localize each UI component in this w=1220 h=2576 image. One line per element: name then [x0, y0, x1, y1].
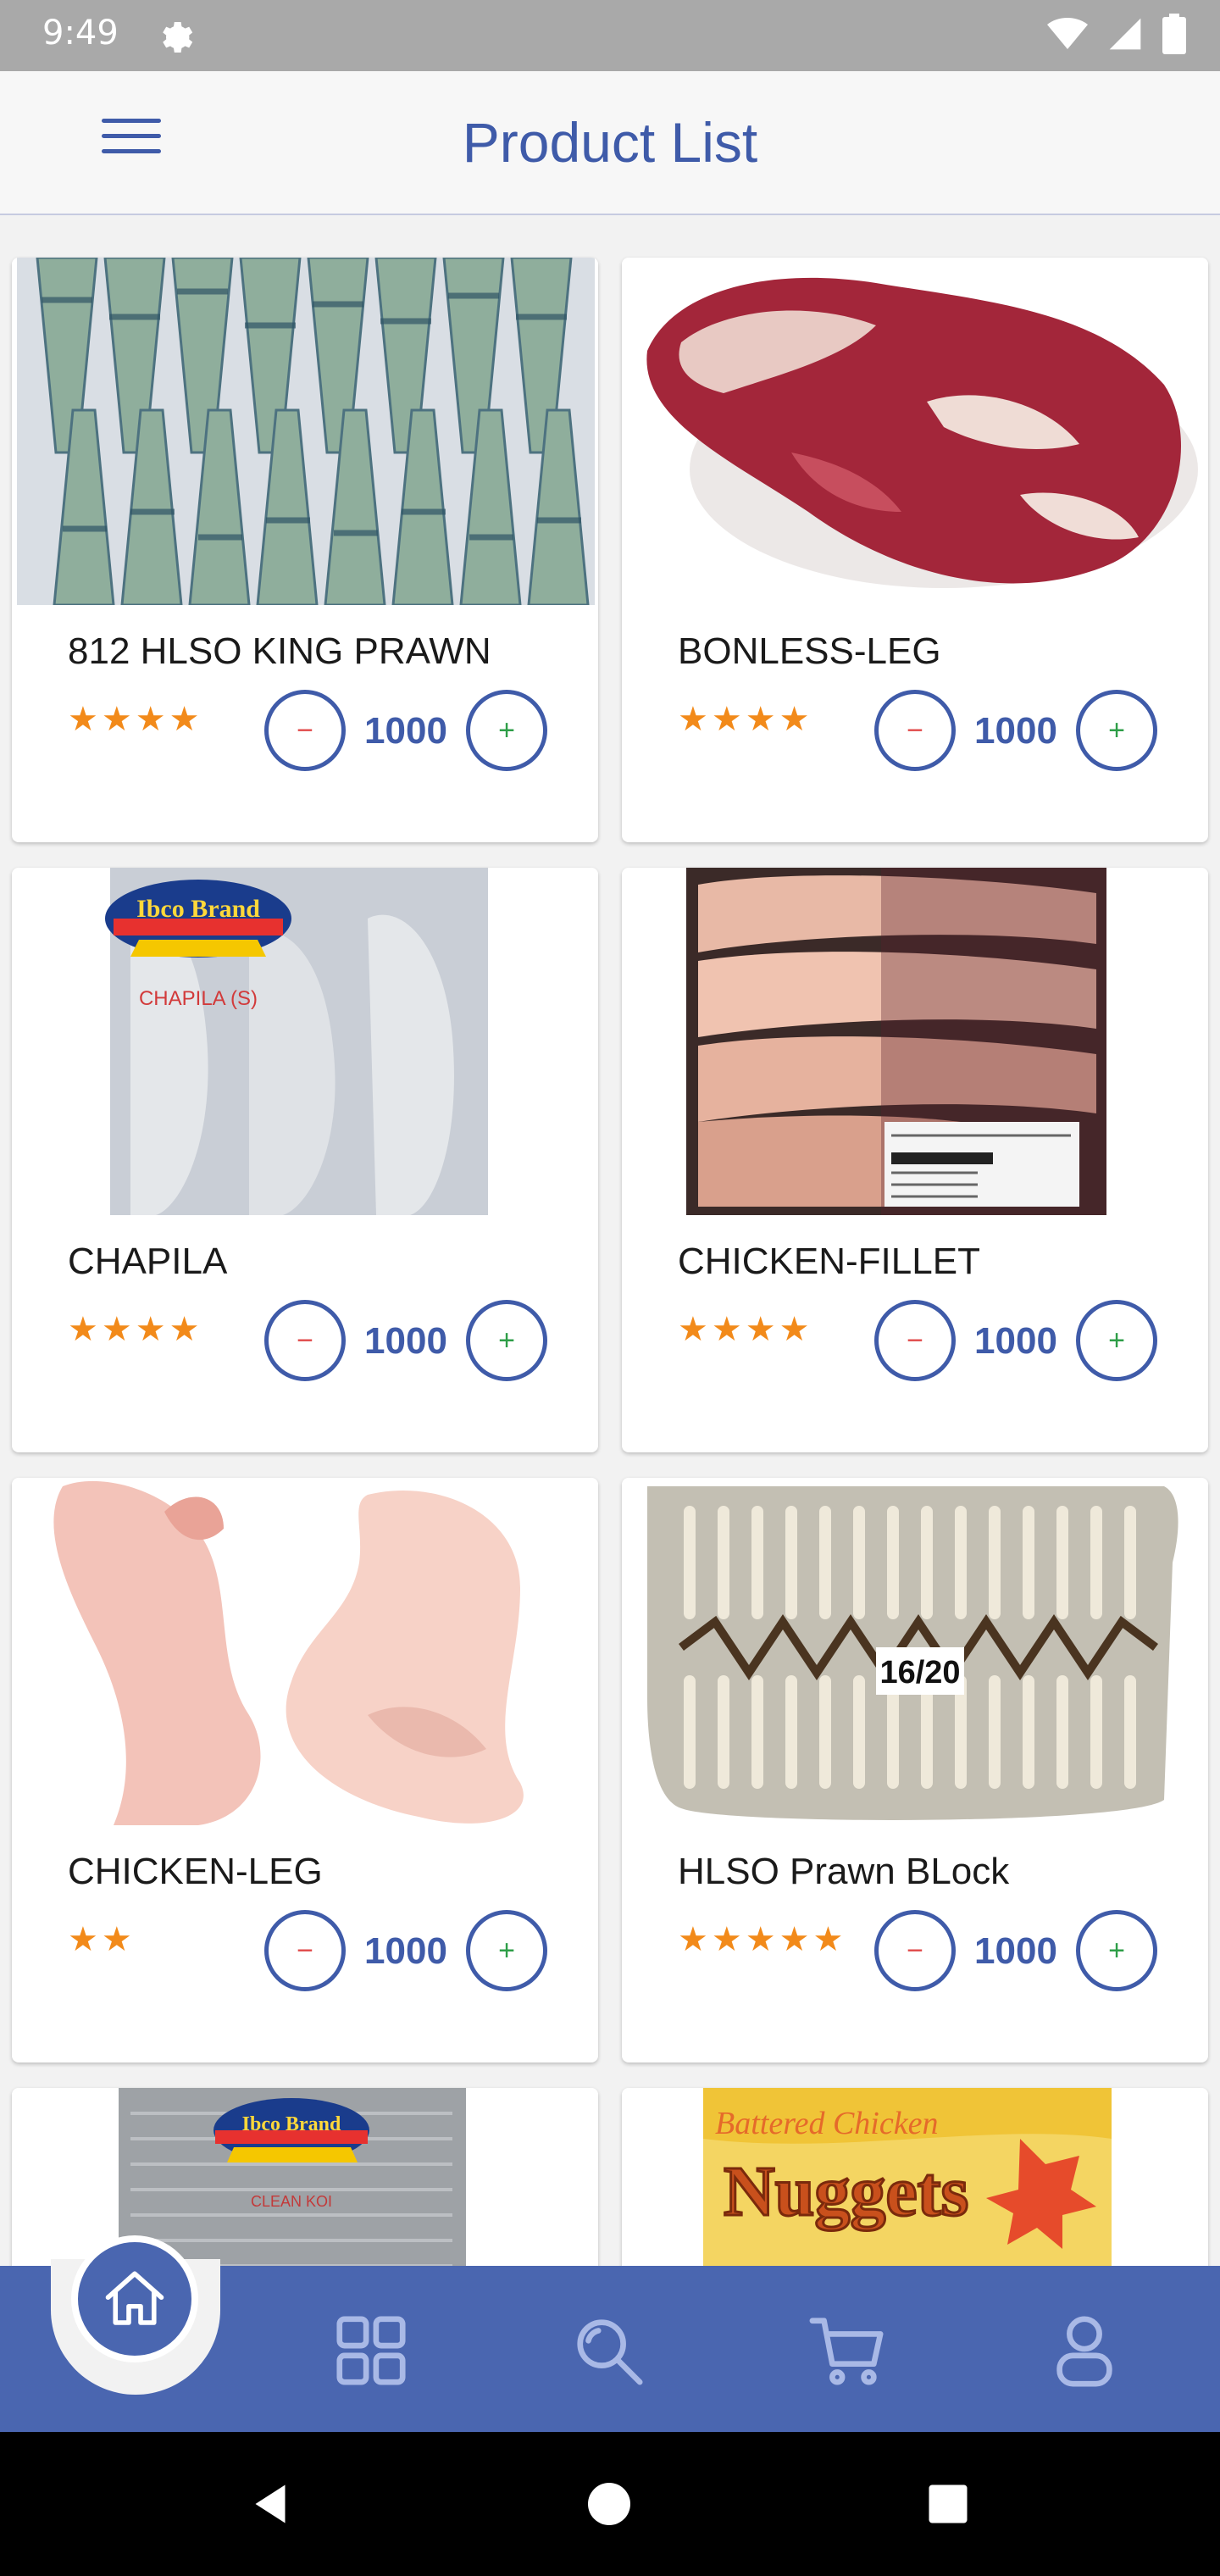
decrease-button[interactable]: − [264, 690, 346, 771]
battery-icon [1162, 13, 1186, 58]
increase-button[interactable]: + [1076, 1910, 1157, 1991]
quantity-value: 1000 [364, 1320, 447, 1362]
product-image[interactable] [622, 868, 1208, 1215]
product-card[interactable]: CHICKEN-LEG ★★ − 1000 + [12, 1478, 598, 2062]
decrease-button[interactable]: − [874, 690, 956, 771]
star-rating: ★★★★ [68, 701, 203, 738]
size-label: 16/20 [879, 1655, 960, 1690]
quantity-value: 1000 [974, 1320, 1057, 1362]
star-rating: ★★★★ [678, 1311, 813, 1348]
product-card[interactable]: Battered Chicken Nuggets [622, 2088, 1208, 2266]
quantity-stepper: − 1000 + [874, 1910, 1157, 1991]
product-card[interactable]: CHICKEN-FILLET ★★★★ − 1000 + [622, 868, 1208, 1452]
increase-button[interactable]: + [1076, 1300, 1157, 1381]
product-image[interactable]: Ibco Brand CHAPILA (S) [12, 868, 598, 1215]
back-icon[interactable] [239, 2473, 302, 2535]
product-name: CHICKEN-FILLET [678, 1241, 980, 1282]
home-icon[interactable] [71, 2235, 198, 2362]
product-image[interactable] [12, 258, 598, 605]
increase-button[interactable]: + [1076, 690, 1157, 771]
user-icon[interactable] [1042, 2308, 1127, 2393]
signal-icon [1106, 15, 1144, 57]
product-name: 812 HLSO KING PRAWN [68, 630, 491, 672]
cart-icon[interactable] [805, 2308, 890, 2393]
product-name: CHICKEN-LEG [68, 1851, 323, 1892]
package-label: CHAPILA (S) [139, 987, 258, 1010]
package-brand: Battered Chicken [715, 2106, 938, 2141]
status-bar: 9:49 [0, 0, 1220, 71]
product-grid: 812 HLSO KING PRAWN ★★★★ − 1000 + BONLES… [0, 215, 1220, 2266]
quantity-stepper: − 1000 + [264, 1300, 547, 1381]
quantity-stepper: − 1000 + [874, 690, 1157, 771]
product-card[interactable]: 812 HLSO KING PRAWN ★★★★ − 1000 + [12, 258, 598, 842]
decrease-button[interactable]: − [874, 1300, 956, 1381]
decrease-button[interactable]: − [264, 1300, 346, 1381]
increase-button[interactable]: + [466, 690, 547, 771]
search-icon[interactable] [566, 2308, 651, 2393]
product-image[interactable]: 16/20 [622, 1478, 1208, 1825]
system-navigation-bar [0, 2432, 1220, 2576]
quantity-value: 1000 [974, 710, 1057, 752]
product-image[interactable] [12, 1478, 598, 1825]
wifi-icon [1047, 14, 1088, 58]
brand-label: Ibco Brand [136, 895, 260, 923]
product-name: CHAPILA [68, 1241, 228, 1282]
product-image[interactable]: Battered Chicken Nuggets [622, 2088, 1208, 2266]
grid-icon[interactable] [329, 2308, 413, 2393]
increase-button[interactable]: + [466, 1300, 547, 1381]
product-card[interactable]: 16/20 HLSO Prawn BLock ★★★★★ − 1000 + [622, 1478, 1208, 2062]
quantity-stepper: − 1000 + [874, 1300, 1157, 1381]
product-image[interactable] [622, 258, 1208, 605]
product-card[interactable]: Ibco Brand CHAPILA (S) CHAPILA ★★★★ − 10… [12, 868, 598, 1452]
star-rating: ★★★★ [678, 701, 813, 738]
recents-icon[interactable] [917, 2473, 979, 2535]
bottom-navigation [0, 2235, 1220, 2432]
quantity-value: 1000 [974, 1930, 1057, 1972]
star-rating: ★★★★ [68, 1311, 203, 1348]
quantity-stepper: − 1000 + [264, 690, 547, 771]
quantity-value: 1000 [364, 1930, 447, 1972]
product-image[interactable]: Ibco Brand CLEAN KOI [12, 2088, 598, 2266]
quantity-stepper: − 1000 + [264, 1910, 547, 1991]
product-name: HLSO Prawn BLock [678, 1851, 1010, 1892]
star-rating: ★★ [68, 1921, 136, 1958]
product-name: BONLESS-LEG [678, 630, 941, 672]
app-header: Product List [0, 71, 1220, 215]
product-card[interactable]: Ibco Brand CLEAN KOI [12, 2088, 598, 2266]
brand-label: Ibco Brand [242, 2113, 341, 2135]
status-time: 9:49 [42, 14, 119, 53]
quantity-value: 1000 [364, 710, 447, 752]
product-card[interactable]: BONLESS-LEG ★★★★ − 1000 + [622, 258, 1208, 842]
star-rating: ★★★★★ [678, 1921, 847, 1958]
home-circle-icon[interactable] [578, 2473, 640, 2535]
decrease-button[interactable]: − [264, 1910, 346, 1991]
decrease-button[interactable]: − [874, 1910, 956, 1991]
package-label: CLEAN KOI [251, 2193, 332, 2210]
increase-button[interactable]: + [466, 1910, 547, 1991]
page-title: Product List [462, 111, 758, 174]
package-label: Nuggets [724, 2152, 968, 2231]
gear-icon [154, 17, 195, 58]
